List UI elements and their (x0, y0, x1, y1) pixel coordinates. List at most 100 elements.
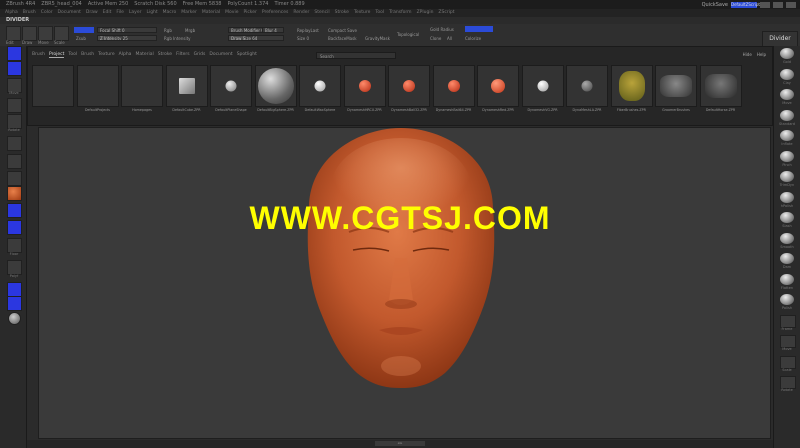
thumbnail-small-white[interactable]: DefaultWaxSphere (299, 65, 341, 112)
thumbnail-horse[interactable]: DefaultHorse.ZPR (699, 65, 742, 112)
menu-item[interactable]: Texture (354, 10, 370, 15)
solo-toggle-icon[interactable] (7, 296, 22, 311)
thumbnail-fiber[interactable]: FiberBrushes.ZPR (610, 65, 653, 112)
size-slider[interactable]: Size 0 (297, 36, 309, 41)
thumbnail-red[interactable]: DynameshBall32.ZPR (388, 65, 430, 112)
bottom-shelf-handle[interactable]: ◂ ▸ (375, 441, 425, 446)
palette-tab[interactable]: Stroke (158, 52, 172, 57)
z-intensity-slider[interactable]: Z Intensity 25 (97, 35, 157, 41)
gravity-mask-button[interactable]: GravityMask (365, 36, 390, 41)
edit-tool-icon[interactable] (6, 26, 21, 41)
menu-item[interactable]: Color (41, 10, 53, 15)
menu-item[interactable]: Draw (86, 10, 98, 15)
menu-item[interactable]: Material (202, 10, 220, 15)
menu-item[interactable]: Edit (103, 10, 112, 15)
polyf-icon[interactable] (7, 260, 22, 275)
thumbnail-cube[interactable]: DefaultCube.ZPR (165, 65, 208, 112)
thumbnail-red[interactable]: DynameshHRCX.ZPR (343, 65, 386, 112)
rotate-mode-icon[interactable] (7, 114, 22, 129)
menu-item[interactable]: ZScript (438, 10, 454, 15)
thumbnail-creature[interactable]: GroomerBrushes (655, 65, 697, 112)
scale-tool-icon[interactable] (54, 26, 69, 41)
move-tool-icon[interactable] (38, 26, 53, 41)
brush-preset-icon[interactable] (780, 253, 794, 264)
draw-tool-icon[interactable] (22, 26, 37, 41)
clone-button[interactable]: Clone (430, 36, 441, 41)
menu-item[interactable]: Stencil (314, 10, 329, 15)
menu-item[interactable]: Transform (389, 10, 411, 15)
palette-tab[interactable]: Brush (32, 52, 45, 57)
backface-mask-button[interactable]: BackfaceMask (328, 36, 357, 41)
thumbnail-red[interactable]: DynameshBall64.ZPR (432, 65, 475, 112)
palette-hide-button[interactable]: Hide (743, 52, 752, 57)
palette-tab[interactable]: Project (49, 52, 65, 58)
frame-icon[interactable] (7, 136, 22, 151)
draw-size-slider[interactable]: Draw Size 64 (228, 35, 284, 41)
menu-item[interactable]: Macro (163, 10, 177, 15)
brush-preset-icon[interactable] (780, 130, 794, 141)
menu-item[interactable]: Render (293, 10, 309, 15)
local-icon[interactable] (7, 238, 22, 253)
palette-tab[interactable]: Material (135, 52, 153, 57)
brush-preset-icon[interactable] (780, 48, 794, 59)
xpose-icon[interactable] (7, 171, 22, 186)
replay-last-button[interactable]: ReplayLast (297, 28, 319, 33)
blur-slider[interactable]: Blur 4 (262, 27, 284, 33)
edit-mode-icon[interactable] (7, 46, 22, 61)
brush-preset-icon[interactable] (780, 109, 794, 121)
menu-item[interactable]: ZPlugin (417, 10, 434, 15)
aux-icon[interactable] (7, 154, 22, 169)
palette-search-input[interactable]: Search (316, 52, 396, 59)
head-model[interactable] (39, 128, 772, 440)
menu-item[interactable]: Picker (243, 10, 256, 15)
colorize-button[interactable]: Colorize (465, 36, 481, 41)
menu-item[interactable]: Stroke (335, 10, 349, 15)
menu-item[interactable]: Movie (225, 10, 238, 15)
brush-preset-icon[interactable] (780, 273, 794, 285)
brush-preset-icon[interactable] (780, 294, 794, 305)
focal-shift-slider[interactable]: Focal Shift 0 (97, 27, 157, 33)
palette-tab[interactable]: Document (209, 52, 232, 57)
brush-preset-icon[interactable] (780, 68, 794, 80)
gold-radius-label[interactable]: Gold Radius (430, 27, 454, 32)
document-canvas[interactable] (38, 127, 771, 439)
menu-item[interactable]: Preferences (262, 10, 288, 15)
thumbnail-big-grey[interactable]: DefaultBigSphere.ZPR (254, 65, 297, 112)
menu-item[interactable]: Alpha (5, 10, 18, 15)
menu-item[interactable]: File (116, 10, 124, 15)
palette-tab[interactable]: Filters (176, 52, 190, 57)
project-button[interactable]: DefaultZScript (731, 1, 760, 8)
thumbnail-empty[interactable]: Homepages (121, 65, 163, 112)
all-button[interactable]: All (447, 36, 452, 41)
palette-help-button[interactable]: Help (757, 52, 766, 57)
palette-tab[interactable]: Alpha (119, 52, 132, 57)
close-icon[interactable] (786, 1, 796, 8)
palette-tab[interactable]: Texture (98, 52, 114, 57)
palette-tab[interactable]: Spotlight (237, 52, 257, 57)
menu-item[interactable]: Layer (129, 10, 142, 15)
material-swatch-icon[interactable] (7, 186, 22, 201)
thumbnail-small-grey[interactable]: DefaultPlaneShape (210, 65, 252, 112)
transp-toggle-icon[interactable] (7, 282, 22, 297)
brush-preset-icon[interactable] (780, 171, 794, 182)
minimize-icon[interactable] (760, 1, 770, 8)
menu-item[interactable]: Document (58, 10, 81, 15)
quicksave-label[interactable]: QuickSave (702, 2, 728, 8)
thumbnail-red-shine[interactable]: DynameshRed.ZPR (477, 65, 519, 112)
zadd-button[interactable] (74, 27, 94, 33)
thumbnail-small-white[interactable]: DynameshVG.ZPR (521, 65, 564, 112)
brush-preset-icon[interactable] (780, 89, 794, 100)
menu-item[interactable]: Light (146, 10, 157, 15)
menu-item[interactable]: Tool (375, 10, 384, 15)
thumbnail-small-dark[interactable]: DynaMeshLA.ZPR (566, 65, 608, 112)
palette-tab[interactable]: Tool (68, 52, 77, 57)
active-mode-button[interactable] (465, 26, 493, 32)
sphere-icon[interactable] (8, 312, 21, 325)
menu-item[interactable]: Marker (181, 10, 197, 15)
palette-tab[interactable]: Grids (194, 52, 206, 57)
thumbnail-empty[interactable] (32, 65, 74, 107)
topological-button[interactable]: Topological (397, 32, 419, 37)
maximize-icon[interactable] (773, 1, 783, 8)
brush-preset-icon[interactable] (780, 150, 794, 162)
rgb-label[interactable]: Rgb (164, 28, 172, 33)
